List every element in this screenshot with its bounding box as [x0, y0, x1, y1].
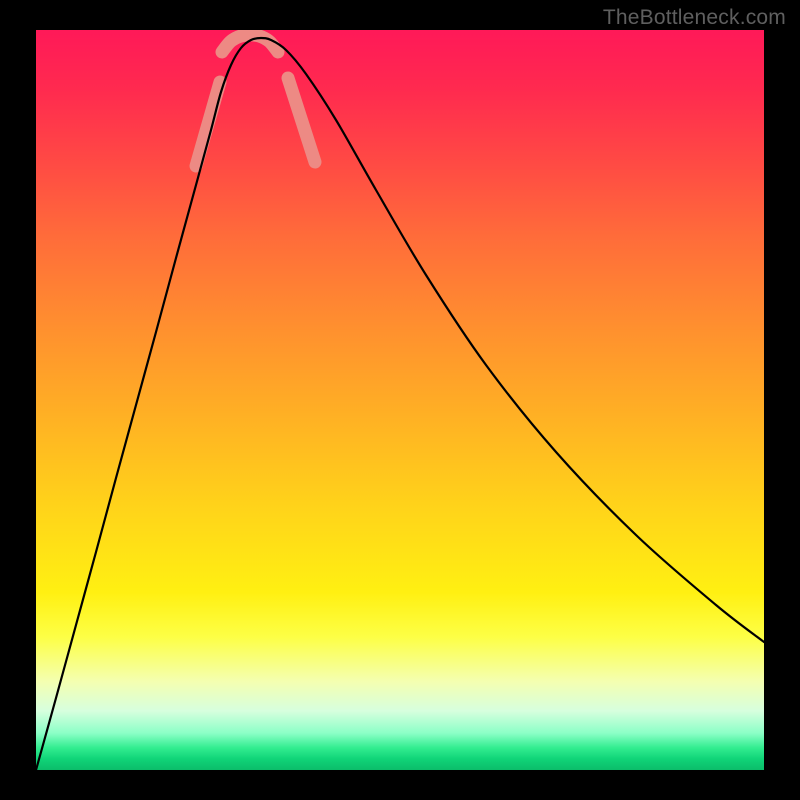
curve-layer — [36, 30, 764, 770]
plot-area — [36, 30, 764, 770]
highlight-segment-left — [196, 82, 220, 166]
bottleneck-curve — [36, 38, 764, 770]
highlight-band — [196, 35, 315, 166]
attribution-text: TheBottleneck.com — [603, 6, 786, 30]
highlight-segment-bottom — [222, 35, 278, 52]
highlight-segment-right — [288, 78, 315, 162]
chart-frame: TheBottleneck.com — [0, 0, 800, 800]
